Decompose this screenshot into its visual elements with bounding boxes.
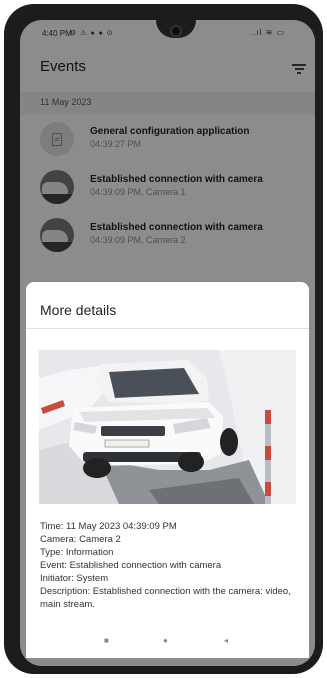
detail-type: Type: Information <box>40 547 114 558</box>
front-camera <box>170 25 182 37</box>
home-key[interactable]: ● <box>163 636 168 645</box>
detail-description: Description: Established connection with… <box>40 586 291 610</box>
detail-initiator: Initiator: System <box>40 573 109 584</box>
details-text: Time: 11 May 2023 04:39:09 PM Camera: Ca… <box>40 520 302 611</box>
detail-camera: Camera: Camera 2 <box>40 534 121 545</box>
phone-frame: 4:40 PM ⚙ ⚠ ● ● ⊙ ..ıl ≋ ▭ Events 11 May… <box>4 4 323 674</box>
back-key[interactable]: ◂ <box>224 636 228 645</box>
sheet-title: More details <box>40 302 117 318</box>
divider <box>26 328 309 329</box>
camera-snapshot <box>39 350 296 504</box>
recents-key[interactable]: ■ <box>104 636 109 645</box>
detail-time: Time: 11 May 2023 04:39:09 PM <box>40 521 177 532</box>
details-sheet: More details Time: 11 May 2023 04:39:09 … <box>26 282 309 658</box>
system-nav-bar: ■ ● ◂ <box>20 630 315 654</box>
detail-event: Event: Established connection with camer… <box>40 560 222 571</box>
screen: 4:40 PM ⚙ ⚠ ● ● ⊙ ..ıl ≋ ▭ Events 11 May… <box>20 20 315 666</box>
